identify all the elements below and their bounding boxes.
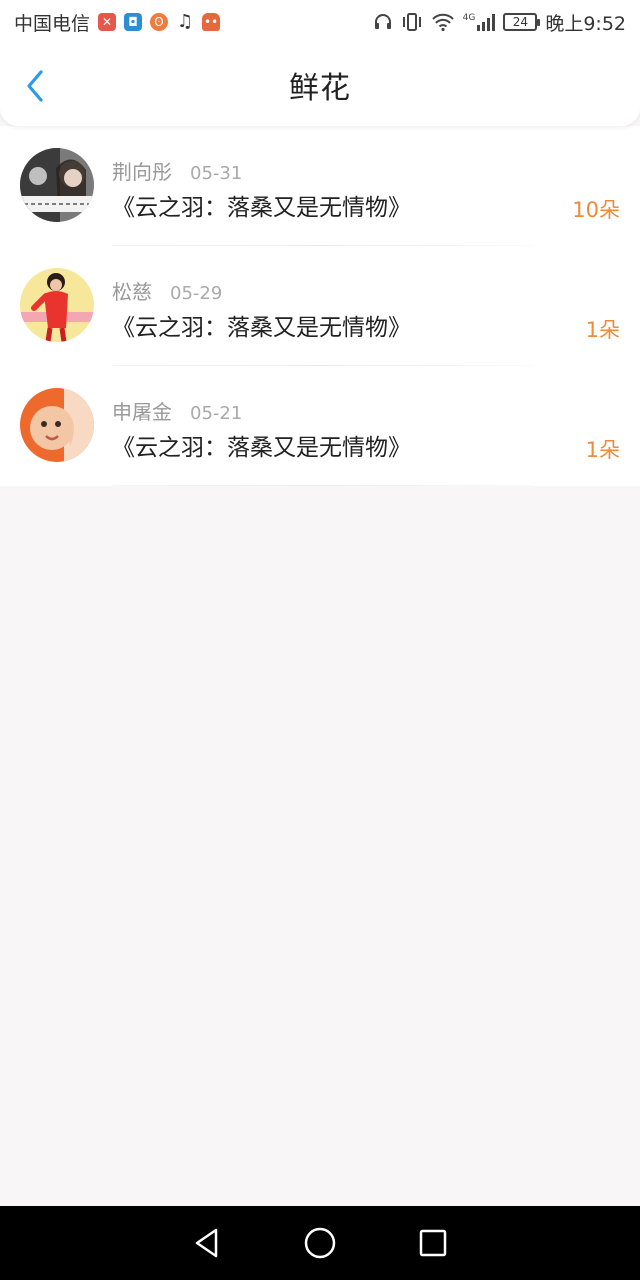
chevron-left-icon (27, 70, 43, 102)
page-title: 鲜花 (289, 71, 351, 106)
meta-line: 申屠金 05-21 (112, 396, 242, 425)
list-item[interactable]: 松慈 05-29 《云之羽：落桑又是无情物》 1朵 (0, 246, 640, 366)
system-nav-bar (0, 1206, 640, 1280)
avatar[interactable] (20, 388, 94, 462)
sender-name: 申屠金 (112, 400, 172, 424)
back-button[interactable] (20, 68, 50, 104)
circle-home-icon (304, 1227, 336, 1259)
vibrate-icon (402, 13, 421, 31)
list-item[interactable]: 荆向彤 05-31 《云之羽：落桑又是无情物》 10朵 (0, 126, 640, 246)
meta-line: 荆向彤 05-31 (112, 156, 242, 185)
divider (112, 485, 532, 486)
sender-name: 荆向彤 (112, 160, 172, 184)
system-recents-button[interactable] (413, 1223, 453, 1263)
shield-app-icon: ◘ (124, 13, 143, 31)
cell-signal-icon: 4G (463, 13, 496, 31)
sent-date: 05-21 (190, 403, 243, 424)
flower-count: 1朵 (585, 438, 620, 462)
weibo-icon: ✕ (98, 13, 117, 31)
triangle-back-icon (195, 1228, 217, 1258)
battery-icon: 24 (503, 13, 541, 31)
robot-app-icon: •• (202, 13, 221, 31)
book-title: 《云之羽：落桑又是无情物》 (112, 195, 411, 221)
status-right: 4G 24 晚上9:52 (373, 9, 626, 36)
square-recents-icon (420, 1229, 447, 1257)
sina-icon: ʘ (150, 13, 169, 31)
status-left: 中国电信 ✕ ◘ ʘ ♫ •• (14, 9, 221, 36)
system-back-button[interactable] (187, 1223, 227, 1263)
sender-name: 松慈 (112, 280, 152, 304)
book-title: 《云之羽：落桑又是无情物》 (112, 315, 411, 341)
flower-count: 10朵 (572, 198, 620, 222)
flower-count: 1朵 (585, 318, 620, 342)
meta-line: 松慈 05-29 (112, 276, 222, 305)
list-item[interactable]: 申屠金 05-21 《云之羽：落桑又是无情物》 1朵 (0, 366, 640, 486)
sent-date: 05-31 (190, 163, 243, 184)
status-time: 晚上9:52 (545, 12, 626, 35)
carrier-label: 中国电信 (14, 12, 91, 35)
avatar[interactable] (20, 268, 94, 342)
header: 鲜花 (0, 44, 640, 126)
network-type-label: 4G (462, 13, 476, 23)
battery-level: 24 (512, 15, 528, 29)
status-bar: 中国电信 ✕ ◘ ʘ ♫ •• 4G 24 晚上9:52 (0, 0, 640, 44)
wifi-icon (431, 13, 454, 32)
headphones-icon (374, 14, 391, 29)
book-title: 《云之羽：落桑又是无情物》 (112, 435, 411, 461)
system-home-button[interactable] (300, 1223, 340, 1263)
avatar[interactable] (20, 148, 94, 222)
flower-list: 荆向彤 05-31 《云之羽：落桑又是无情物》 10朵 松慈 05-29 《云之… (0, 126, 640, 486)
music-note-icon: ♫ (176, 11, 194, 32)
sent-date: 05-29 (170, 283, 223, 304)
